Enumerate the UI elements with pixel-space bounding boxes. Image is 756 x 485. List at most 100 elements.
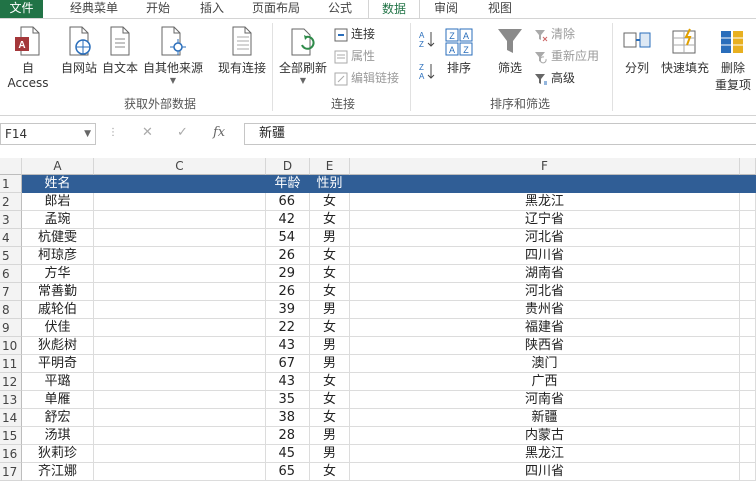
cell-age[interactable]: 65 (266, 463, 310, 481)
cell-name[interactable]: 杭健雯 (22, 229, 94, 247)
cell-name[interactable]: 舒宏 (22, 409, 94, 427)
cell-gender[interactable]: 女 (310, 319, 350, 337)
cell-gender[interactable]: 女 (310, 283, 350, 301)
cell-name[interactable]: 平璐 (22, 373, 94, 391)
cell-blank[interactable] (740, 301, 756, 319)
cell-age[interactable]: 35 (266, 391, 310, 409)
cell-province[interactable]: 河北省 (350, 283, 740, 301)
cell-blank[interactable] (740, 409, 756, 427)
cell-blank[interactable] (740, 445, 756, 463)
cell-province[interactable]: 四川省 (350, 247, 740, 265)
formula-input[interactable]: 新疆 (244, 123, 756, 145)
cell-province[interactable]: 河南省 (350, 391, 740, 409)
cell-gender[interactable]: 男 (310, 355, 350, 373)
cell-blank[interactable] (740, 283, 756, 301)
column-header-a[interactable]: A (22, 158, 94, 175)
cell-gender[interactable]: 男 (310, 445, 350, 463)
cell-province[interactable]: 湖南省 (350, 265, 740, 283)
column-header-e[interactable]: E (310, 158, 350, 175)
cell-blank[interactable] (740, 427, 756, 445)
cell-province[interactable]: 内蒙古 (350, 427, 740, 445)
sort-button[interactable]: Z A A Z 排序 (442, 25, 476, 76)
cell-age[interactable]: 26 (266, 247, 310, 265)
cell-gender[interactable]: 男 (310, 301, 350, 319)
select-all-corner[interactable] (0, 158, 22, 175)
refresh-all-button[interactable]: 全部刷新 ▼ (276, 25, 330, 85)
header-cell-c[interactable] (94, 175, 266, 193)
cell-age[interactable]: 29 (266, 265, 310, 283)
cell-blank[interactable] (740, 463, 756, 481)
flash-fill-button[interactable]: 快速填充 (658, 25, 712, 76)
cell-blank[interactable] (740, 193, 756, 211)
name-box[interactable]: F14 ▼ (0, 123, 96, 145)
cell-age[interactable]: 54 (266, 229, 310, 247)
cell-name[interactable]: 柯琼彦 (22, 247, 94, 265)
cell-c[interactable] (94, 355, 266, 373)
cell-age[interactable]: 42 (266, 211, 310, 229)
cell-c[interactable] (94, 373, 266, 391)
column-header-f[interactable]: F (350, 158, 740, 175)
cell-name[interactable]: 狄莉珍 (22, 445, 94, 463)
cell-blank[interactable] (740, 265, 756, 283)
enter-icon[interactable]: ✓ (177, 125, 188, 140)
cell-province[interactable]: 新疆 (350, 409, 740, 427)
cell-name[interactable]: 戚轮伯 (22, 301, 94, 319)
cell-c[interactable] (94, 391, 266, 409)
cell-c[interactable] (94, 247, 266, 265)
cell-gender[interactable]: 男 (310, 229, 350, 247)
cell-age[interactable]: 22 (266, 319, 310, 337)
cell-blank[interactable] (740, 391, 756, 409)
cell-name[interactable]: 单雁 (22, 391, 94, 409)
sort-descending-button[interactable]: ZA (418, 61, 439, 81)
from-other-sources-button[interactable]: 自其他来源 ▼ (140, 25, 206, 85)
cell-province[interactable]: 陕西省 (350, 337, 740, 355)
cell-province[interactable]: 福建省 (350, 319, 740, 337)
chevron-down-icon[interactable]: ▼ (84, 124, 91, 144)
properties-button[interactable]: 属性 (334, 47, 375, 65)
cell-age[interactable]: 66 (266, 193, 310, 211)
cell-c[interactable] (94, 193, 266, 211)
header-cell-blank[interactable] (740, 175, 756, 193)
header-cell-name[interactable]: 姓名 (22, 175, 94, 193)
text-to-columns-button[interactable]: 分列 (618, 25, 656, 76)
cell-gender[interactable]: 女 (310, 373, 350, 391)
header-cell-age[interactable]: 年龄 (266, 175, 310, 193)
cell-c[interactable] (94, 301, 266, 319)
cell-name[interactable]: 方华 (22, 265, 94, 283)
cell-province[interactable]: 澳门 (350, 355, 740, 373)
cell-blank[interactable] (740, 247, 756, 265)
cell-province[interactable]: 黑龙江 (350, 193, 740, 211)
cell-gender[interactable]: 男 (310, 337, 350, 355)
cell-blank[interactable] (740, 211, 756, 229)
cell-blank[interactable] (740, 229, 756, 247)
from-access-button[interactable]: A 自 Access (0, 25, 56, 90)
cell-province[interactable]: 广西 (350, 373, 740, 391)
cell-c[interactable] (94, 265, 266, 283)
cell-name[interactable]: 狄彪树 (22, 337, 94, 355)
cell-gender[interactable]: 女 (310, 211, 350, 229)
cell-gender[interactable]: 男 (310, 427, 350, 445)
cell-name[interactable]: 汤琪 (22, 427, 94, 445)
tab-classic-menu[interactable]: 经典菜单 (58, 0, 130, 18)
cell-gender[interactable]: 女 (310, 247, 350, 265)
column-header-c[interactable]: C (94, 158, 266, 175)
cell-age[interactable]: 28 (266, 427, 310, 445)
cell-name[interactable]: 常善勤 (22, 283, 94, 301)
advanced-filter-button[interactable]: 高级 (534, 69, 575, 87)
tab-insert[interactable]: 插入 (190, 0, 234, 18)
cancel-icon[interactable]: ✕ (142, 125, 153, 140)
cell-gender[interactable]: 女 (310, 409, 350, 427)
cell-age[interactable]: 26 (266, 283, 310, 301)
cell-c[interactable] (94, 463, 266, 481)
cell-c[interactable] (94, 409, 266, 427)
cell-name[interactable]: 伏佳 (22, 319, 94, 337)
filter-button[interactable]: 筛选 (492, 25, 528, 76)
cell-c[interactable] (94, 229, 266, 247)
tab-file[interactable]: 文件 (0, 0, 43, 18)
from-text-button[interactable]: 自文本 (100, 25, 140, 76)
cell-age[interactable]: 45 (266, 445, 310, 463)
insert-function-icon[interactable]: fx (213, 125, 225, 140)
column-header-d[interactable]: D (266, 158, 310, 175)
cell-c[interactable] (94, 283, 266, 301)
column-header-blank[interactable] (740, 158, 756, 175)
